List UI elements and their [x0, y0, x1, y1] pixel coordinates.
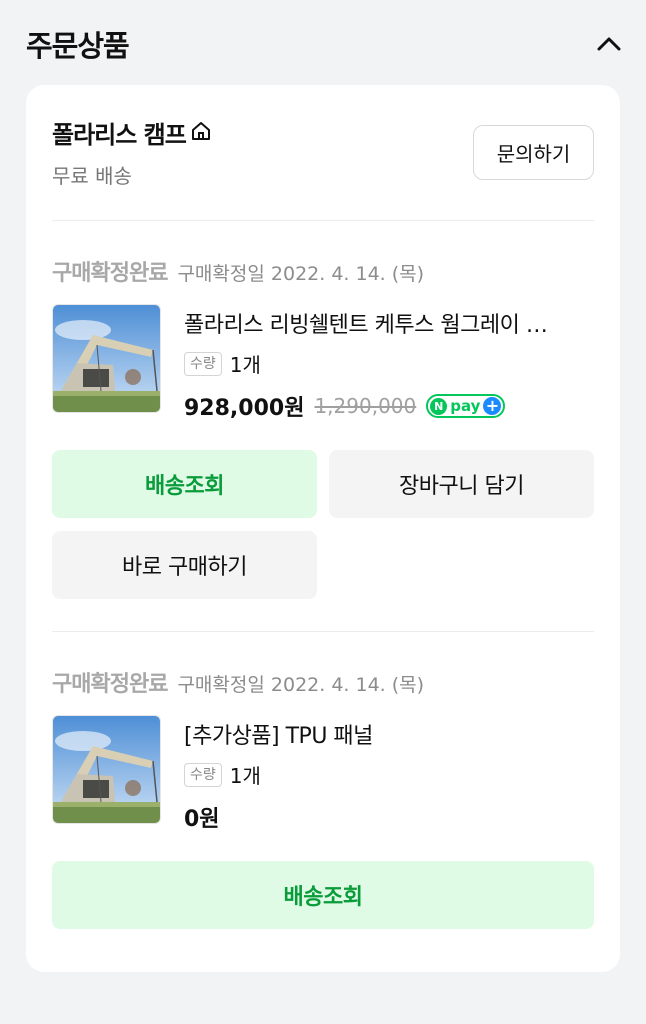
- quantity-value: 1개: [229, 764, 261, 788]
- track-delivery-button[interactable]: 배송조회: [52, 861, 594, 929]
- divider: [52, 631, 594, 632]
- npay-text: pay: [450, 397, 481, 415]
- shipping-info: 무료 배송: [52, 164, 132, 188]
- confirm-date: 구매확정일 2022. 4. 14. (목): [177, 263, 425, 285]
- home-icon[interactable]: [190, 120, 212, 146]
- track-delivery-button[interactable]: 배송조회: [52, 450, 317, 518]
- inquiry-button[interactable]: 문의하기: [473, 125, 594, 180]
- original-price: 1,290,000: [314, 394, 417, 418]
- section-title: 주문상품: [26, 29, 130, 63]
- add-to-cart-button[interactable]: 장바구니 담기: [329, 450, 594, 518]
- store-name[interactable]: 폴라리스 캠프: [52, 115, 187, 150]
- quantity-tag: 수량: [184, 762, 222, 787]
- chevron-up-icon[interactable]: [592, 27, 626, 61]
- divider: [52, 220, 594, 221]
- order-status-row: 구매확정완료 구매확정일 2022. 4. 14. (목): [52, 255, 424, 287]
- price: 0원: [184, 807, 220, 832]
- order-status: 구매확정완료: [52, 672, 168, 697]
- quantity-value: 1개: [229, 353, 261, 377]
- quantity-tag: 수량: [184, 351, 222, 376]
- store-info: 폴라리스 캠프 무료 배송: [52, 115, 212, 189]
- npay-n-icon: N: [430, 397, 448, 415]
- order-status-row: 구매확정완료 구매확정일 2022. 4. 14. (목): [52, 666, 424, 698]
- npay-plus-badge: N pay +: [426, 394, 506, 418]
- order-items-header: 주문상품: [26, 22, 626, 66]
- product-info: [추가상품] TPU 패널 수량 1개 0원: [184, 718, 588, 833]
- order-card: 폴라리스 캠프 무료 배송 문의하기 구매확정완료 구매확정일 2022. 4.…: [26, 85, 620, 972]
- price: 928,000원: [184, 396, 305, 421]
- product-thumbnail[interactable]: [52, 715, 161, 824]
- plus-icon: +: [483, 397, 502, 415]
- product-info: 폴라리스 리빙쉘텐트 케투스 웜그레이 … 수량 1개 928,000원 1,2…: [184, 307, 588, 422]
- buy-now-button[interactable]: 바로 구매하기: [52, 531, 317, 599]
- product-name[interactable]: [추가상품] TPU 패널: [184, 718, 588, 750]
- order-status: 구매확정완료: [52, 261, 168, 286]
- product-thumbnail[interactable]: [52, 304, 161, 413]
- product-name[interactable]: 폴라리스 리빙쉘텐트 케투스 웜그레이 …: [184, 307, 588, 339]
- confirm-date: 구매확정일 2022. 4. 14. (목): [177, 674, 425, 696]
